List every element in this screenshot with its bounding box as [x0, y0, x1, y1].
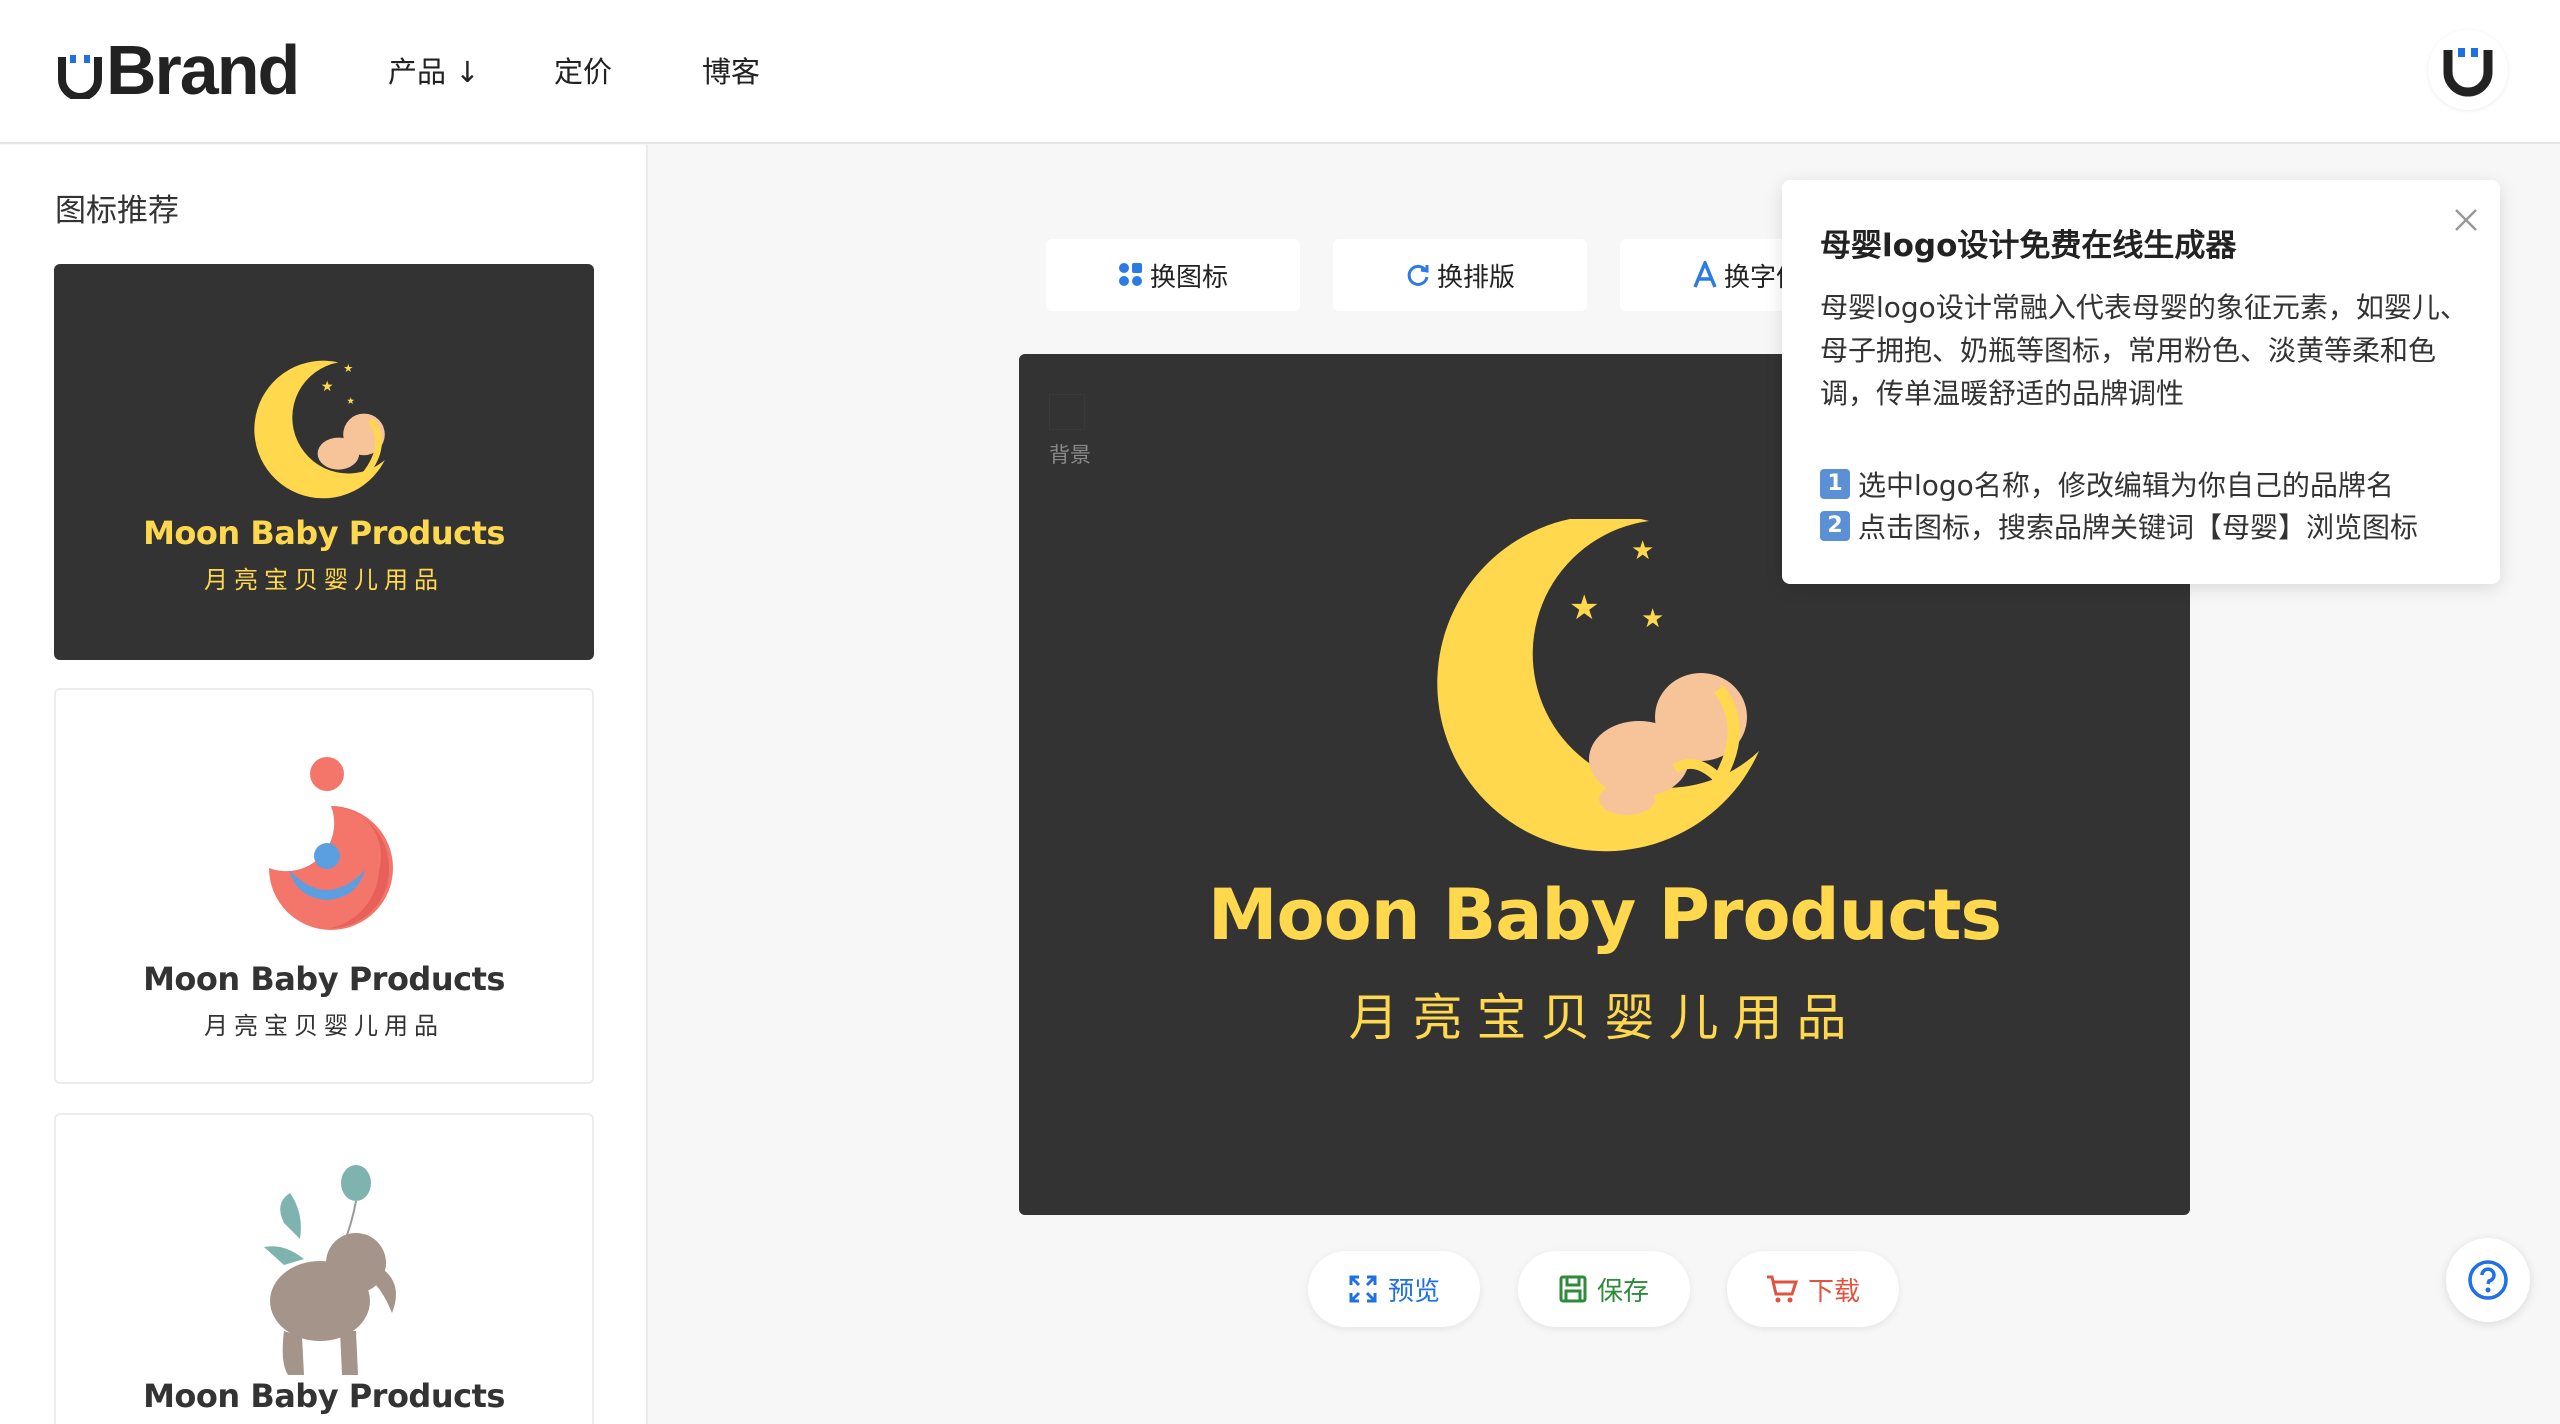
- step-text: 点击图标，搜索品牌关键词【母婴】浏览图标: [1858, 511, 2419, 544]
- svg-text:★: ★: [1631, 536, 1654, 566]
- font-a-icon: [1692, 261, 1718, 289]
- download-button[interactable]: 下载: [1727, 1251, 1899, 1327]
- svg-text:★: ★: [321, 379, 334, 395]
- save-button[interactable]: 保存: [1518, 1251, 1690, 1327]
- card-brand-subtitle: 月亮宝贝婴儿用品: [204, 1012, 444, 1040]
- popup-step-2: 2 点击图标，搜索品牌关键词【母婴】浏览图标: [1820, 506, 2418, 546]
- icon-recommend-panel: 图标推荐 ★ ★ ★ Moon Baby Products 月亮宝贝婴儿用品 M…: [0, 145, 648, 1424]
- save-icon: [1559, 1275, 1587, 1303]
- change-icon-button[interactable]: 换图标: [1046, 239, 1300, 311]
- moon-baby-logo-icon[interactable]: ★ ★ ★: [1419, 519, 1789, 859]
- cart-icon: [1766, 1274, 1798, 1304]
- change-layout-button[interactable]: 换排版: [1333, 239, 1587, 311]
- popup-step-1: 1 选中logo名称，修改编辑为你自己的品牌名: [1820, 464, 2394, 504]
- preview-label: 预览: [1387, 1276, 1440, 1307]
- elephant-balloon-icon: [264, 1165, 396, 1375]
- help-button[interactable]: [2446, 1238, 2530, 1322]
- step-text: 选中logo名称，修改编辑为你自己的品牌名: [1858, 469, 2394, 502]
- nav-products[interactable]: 产品 ↓: [388, 48, 528, 96]
- tips-popup: 母婴logo设计免费在线生成器 母婴logo设计常融入代表母婴的象征元素，如婴儿…: [1782, 180, 2500, 584]
- svg-text:★: ★: [343, 362, 353, 375]
- step-number-badge: 2: [1820, 511, 1850, 541]
- main-nav: 产品 ↓ 定价 博客: [388, 48, 760, 96]
- step-number-badge: 1: [1820, 469, 1850, 499]
- card-brand-name: Moon Baby Products: [143, 514, 505, 552]
- avatar-u-icon: [2443, 48, 2493, 97]
- ubrand-logo[interactable]: Brand: [56, 31, 300, 109]
- question-icon: [2468, 1260, 2508, 1300]
- background-label: 背景: [1049, 443, 1091, 467]
- logo-brand-subtitle[interactable]: 月亮宝贝婴儿用品: [1019, 978, 2190, 1050]
- expand-icon: [1348, 1274, 1378, 1304]
- close-icon[interactable]: [2448, 202, 2484, 238]
- top-navbar: Brand 产品 ↓ 定价 博客: [0, 0, 2560, 144]
- popup-title: 母婴logo设计免费在线生成器: [1820, 228, 2237, 264]
- recommend-card-mother[interactable]: Moon Baby Products 月亮宝贝婴儿用品: [54, 688, 594, 1084]
- recommend-card-elephant[interactable]: Moon Baby Products: [54, 1113, 594, 1424]
- popup-description: 母婴logo设计常融入代表母婴的象征元素，如婴儿、母子拥抱、奶瓶等图标，常用粉色…: [1820, 291, 2468, 410]
- card-brand-subtitle: 月亮宝贝婴儿用品: [204, 566, 444, 594]
- download-label: 下载: [1807, 1276, 1860, 1307]
- svg-text:★: ★: [1641, 604, 1664, 634]
- card-brand-name: Moon Baby Products: [143, 960, 505, 998]
- preview-button[interactable]: 预览: [1308, 1251, 1480, 1327]
- moon-baby-icon: ★ ★ ★: [254, 360, 385, 499]
- panel-title: 图标推荐: [55, 193, 179, 229]
- refresh-icon: [1405, 262, 1431, 288]
- svg-text:★: ★: [1569, 588, 1599, 628]
- nav-blog[interactable]: 博客: [702, 48, 760, 96]
- user-avatar[interactable]: [2428, 30, 2508, 110]
- nav-pricing[interactable]: 定价: [554, 48, 672, 96]
- logo-brand-name[interactable]: Moon Baby Products: [1019, 874, 2190, 956]
- recommend-card-moon[interactable]: ★ ★ ★ Moon Baby Products 月亮宝贝婴儿用品: [54, 264, 594, 660]
- change-layout-label: 换排版: [1436, 262, 1515, 293]
- mother-child-icon: [269, 757, 393, 930]
- ubrand-u-icon: [56, 51, 104, 101]
- change-icon-label: 换图标: [1149, 262, 1228, 293]
- background-swatch[interactable]: [1049, 394, 1085, 430]
- svg-text:★: ★: [346, 396, 355, 407]
- shapes-icon: [1118, 262, 1144, 288]
- save-label: 保存: [1596, 1276, 1649, 1307]
- logo-wordmark: Brand: [106, 31, 300, 109]
- card-brand-name: Moon Baby Products: [143, 1377, 505, 1415]
